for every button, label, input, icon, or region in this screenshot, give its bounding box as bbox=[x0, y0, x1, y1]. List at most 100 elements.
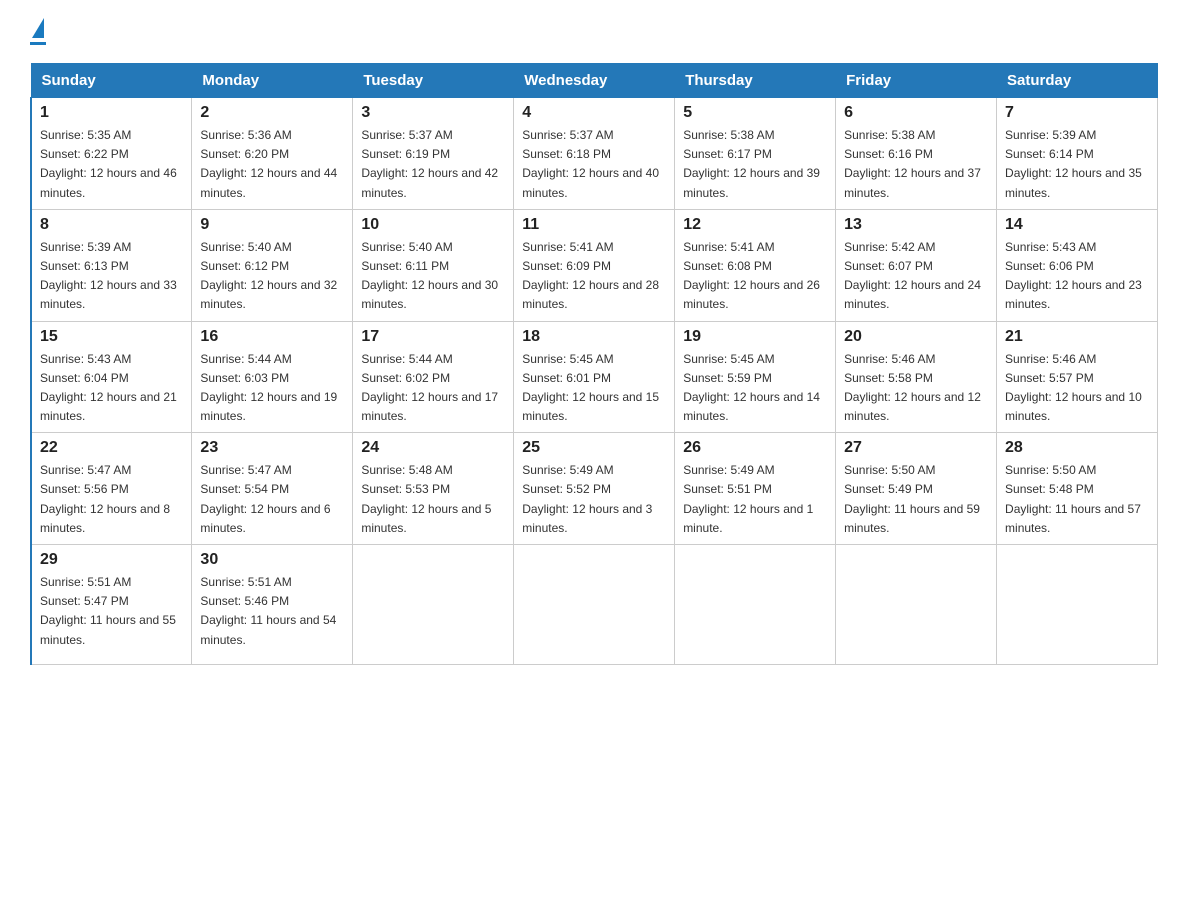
header-wednesday: Wednesday bbox=[514, 64, 675, 98]
day-info: Sunrise: 5:39 AM Sunset: 6:14 PM Dayligh… bbox=[1005, 126, 1149, 203]
day-info: Sunrise: 5:35 AM Sunset: 6:22 PM Dayligh… bbox=[40, 126, 183, 203]
calendar-cell: 3 Sunrise: 5:37 AM Sunset: 6:19 PM Dayli… bbox=[353, 98, 514, 210]
day-info: Sunrise: 5:45 AM Sunset: 6:01 PM Dayligh… bbox=[522, 350, 666, 427]
calendar-cell bbox=[514, 545, 675, 665]
calendar-week-row: 29 Sunrise: 5:51 AM Sunset: 5:47 PM Dayl… bbox=[31, 545, 1158, 665]
day-number: 30 bbox=[200, 551, 344, 569]
day-info: Sunrise: 5:37 AM Sunset: 6:18 PM Dayligh… bbox=[522, 126, 666, 203]
day-number: 11 bbox=[522, 216, 666, 234]
day-number: 14 bbox=[1005, 216, 1149, 234]
day-info: Sunrise: 5:48 AM Sunset: 5:53 PM Dayligh… bbox=[361, 461, 505, 538]
day-number: 12 bbox=[683, 216, 827, 234]
day-info: Sunrise: 5:50 AM Sunset: 5:48 PM Dayligh… bbox=[1005, 461, 1149, 538]
calendar-cell: 25 Sunrise: 5:49 AM Sunset: 5:52 PM Dayl… bbox=[514, 433, 675, 545]
calendar-cell: 12 Sunrise: 5:41 AM Sunset: 6:08 PM Dayl… bbox=[675, 209, 836, 321]
day-number: 22 bbox=[40, 439, 183, 457]
day-number: 26 bbox=[683, 439, 827, 457]
calendar-cell: 4 Sunrise: 5:37 AM Sunset: 6:18 PM Dayli… bbox=[514, 98, 675, 210]
calendar-cell: 7 Sunrise: 5:39 AM Sunset: 6:14 PM Dayli… bbox=[997, 98, 1158, 210]
day-number: 19 bbox=[683, 328, 827, 346]
calendar-cell: 27 Sunrise: 5:50 AM Sunset: 5:49 PM Dayl… bbox=[836, 433, 997, 545]
calendar-cell: 6 Sunrise: 5:38 AM Sunset: 6:16 PM Dayli… bbox=[836, 98, 997, 210]
day-info: Sunrise: 5:50 AM Sunset: 5:49 PM Dayligh… bbox=[844, 461, 988, 538]
day-info: Sunrise: 5:38 AM Sunset: 6:17 PM Dayligh… bbox=[683, 126, 827, 203]
day-number: 20 bbox=[844, 328, 988, 346]
calendar-cell: 30 Sunrise: 5:51 AM Sunset: 5:46 PM Dayl… bbox=[192, 545, 353, 665]
day-info: Sunrise: 5:43 AM Sunset: 6:04 PM Dayligh… bbox=[40, 350, 183, 427]
day-number: 27 bbox=[844, 439, 988, 457]
day-number: 24 bbox=[361, 439, 505, 457]
day-number: 4 bbox=[522, 104, 666, 122]
day-number: 21 bbox=[1005, 328, 1149, 346]
day-info: Sunrise: 5:47 AM Sunset: 5:54 PM Dayligh… bbox=[200, 461, 344, 538]
day-number: 28 bbox=[1005, 439, 1149, 457]
calendar-cell: 23 Sunrise: 5:47 AM Sunset: 5:54 PM Dayl… bbox=[192, 433, 353, 545]
calendar-cell: 26 Sunrise: 5:49 AM Sunset: 5:51 PM Dayl… bbox=[675, 433, 836, 545]
header-friday: Friday bbox=[836, 64, 997, 98]
day-info: Sunrise: 5:47 AM Sunset: 5:56 PM Dayligh… bbox=[40, 461, 183, 538]
day-number: 10 bbox=[361, 216, 505, 234]
calendar-week-row: 8 Sunrise: 5:39 AM Sunset: 6:13 PM Dayli… bbox=[31, 209, 1158, 321]
calendar-cell: 19 Sunrise: 5:45 AM Sunset: 5:59 PM Dayl… bbox=[675, 321, 836, 433]
logo-underline bbox=[30, 42, 46, 45]
header-saturday: Saturday bbox=[997, 64, 1158, 98]
calendar-table: SundayMondayTuesdayWednesdayThursdayFrid… bbox=[30, 63, 1158, 665]
day-number: 25 bbox=[522, 439, 666, 457]
day-info: Sunrise: 5:46 AM Sunset: 5:58 PM Dayligh… bbox=[844, 350, 988, 427]
calendar-cell: 28 Sunrise: 5:50 AM Sunset: 5:48 PM Dayl… bbox=[997, 433, 1158, 545]
day-number: 18 bbox=[522, 328, 666, 346]
day-info: Sunrise: 5:43 AM Sunset: 6:06 PM Dayligh… bbox=[1005, 238, 1149, 315]
header-thursday: Thursday bbox=[675, 64, 836, 98]
day-info: Sunrise: 5:49 AM Sunset: 5:51 PM Dayligh… bbox=[683, 461, 827, 538]
day-info: Sunrise: 5:44 AM Sunset: 6:03 PM Dayligh… bbox=[200, 350, 344, 427]
calendar-cell bbox=[675, 545, 836, 665]
day-number: 15 bbox=[40, 328, 183, 346]
calendar-cell: 20 Sunrise: 5:46 AM Sunset: 5:58 PM Dayl… bbox=[836, 321, 997, 433]
calendar-cell: 24 Sunrise: 5:48 AM Sunset: 5:53 PM Dayl… bbox=[353, 433, 514, 545]
calendar-cell bbox=[836, 545, 997, 665]
day-info: Sunrise: 5:49 AM Sunset: 5:52 PM Dayligh… bbox=[522, 461, 666, 538]
calendar-cell: 21 Sunrise: 5:46 AM Sunset: 5:57 PM Dayl… bbox=[997, 321, 1158, 433]
calendar-week-row: 15 Sunrise: 5:43 AM Sunset: 6:04 PM Dayl… bbox=[31, 321, 1158, 433]
day-number: 3 bbox=[361, 104, 505, 122]
day-info: Sunrise: 5:39 AM Sunset: 6:13 PM Dayligh… bbox=[40, 238, 183, 315]
header-sunday: Sunday bbox=[31, 64, 192, 98]
calendar-cell: 1 Sunrise: 5:35 AM Sunset: 6:22 PM Dayli… bbox=[31, 98, 192, 210]
day-info: Sunrise: 5:36 AM Sunset: 6:20 PM Dayligh… bbox=[200, 126, 344, 203]
calendar-header-row: SundayMondayTuesdayWednesdayThursdayFrid… bbox=[31, 64, 1158, 98]
day-info: Sunrise: 5:40 AM Sunset: 6:11 PM Dayligh… bbox=[361, 238, 505, 315]
calendar-cell: 2 Sunrise: 5:36 AM Sunset: 6:20 PM Dayli… bbox=[192, 98, 353, 210]
day-info: Sunrise: 5:45 AM Sunset: 5:59 PM Dayligh… bbox=[683, 350, 827, 427]
day-number: 8 bbox=[40, 216, 183, 234]
day-number: 13 bbox=[844, 216, 988, 234]
calendar-cell: 18 Sunrise: 5:45 AM Sunset: 6:01 PM Dayl… bbox=[514, 321, 675, 433]
header-tuesday: Tuesday bbox=[353, 64, 514, 98]
calendar-cell: 14 Sunrise: 5:43 AM Sunset: 6:06 PM Dayl… bbox=[997, 209, 1158, 321]
day-info: Sunrise: 5:38 AM Sunset: 6:16 PM Dayligh… bbox=[844, 126, 988, 203]
calendar-cell: 17 Sunrise: 5:44 AM Sunset: 6:02 PM Dayl… bbox=[353, 321, 514, 433]
calendar-cell: 16 Sunrise: 5:44 AM Sunset: 6:03 PM Dayl… bbox=[192, 321, 353, 433]
page-header bbox=[30, 20, 1158, 45]
calendar-cell: 11 Sunrise: 5:41 AM Sunset: 6:09 PM Dayl… bbox=[514, 209, 675, 321]
day-info: Sunrise: 5:51 AM Sunset: 5:46 PM Dayligh… bbox=[200, 573, 344, 650]
calendar-cell: 8 Sunrise: 5:39 AM Sunset: 6:13 PM Dayli… bbox=[31, 209, 192, 321]
day-number: 6 bbox=[844, 104, 988, 122]
logo bbox=[30, 20, 46, 45]
calendar-week-row: 22 Sunrise: 5:47 AM Sunset: 5:56 PM Dayl… bbox=[31, 433, 1158, 545]
day-info: Sunrise: 5:41 AM Sunset: 6:08 PM Dayligh… bbox=[683, 238, 827, 315]
calendar-cell: 29 Sunrise: 5:51 AM Sunset: 5:47 PM Dayl… bbox=[31, 545, 192, 665]
calendar-cell: 13 Sunrise: 5:42 AM Sunset: 6:07 PM Dayl… bbox=[836, 209, 997, 321]
day-number: 9 bbox=[200, 216, 344, 234]
calendar-cell: 22 Sunrise: 5:47 AM Sunset: 5:56 PM Dayl… bbox=[31, 433, 192, 545]
calendar-cell: 10 Sunrise: 5:40 AM Sunset: 6:11 PM Dayl… bbox=[353, 209, 514, 321]
day-number: 7 bbox=[1005, 104, 1149, 122]
day-info: Sunrise: 5:42 AM Sunset: 6:07 PM Dayligh… bbox=[844, 238, 988, 315]
calendar-week-row: 1 Sunrise: 5:35 AM Sunset: 6:22 PM Dayli… bbox=[31, 98, 1158, 210]
day-info: Sunrise: 5:41 AM Sunset: 6:09 PM Dayligh… bbox=[522, 238, 666, 315]
day-number: 17 bbox=[361, 328, 505, 346]
day-number: 23 bbox=[200, 439, 344, 457]
day-info: Sunrise: 5:44 AM Sunset: 6:02 PM Dayligh… bbox=[361, 350, 505, 427]
header-monday: Monday bbox=[192, 64, 353, 98]
calendar-cell bbox=[997, 545, 1158, 665]
calendar-cell: 5 Sunrise: 5:38 AM Sunset: 6:17 PM Dayli… bbox=[675, 98, 836, 210]
